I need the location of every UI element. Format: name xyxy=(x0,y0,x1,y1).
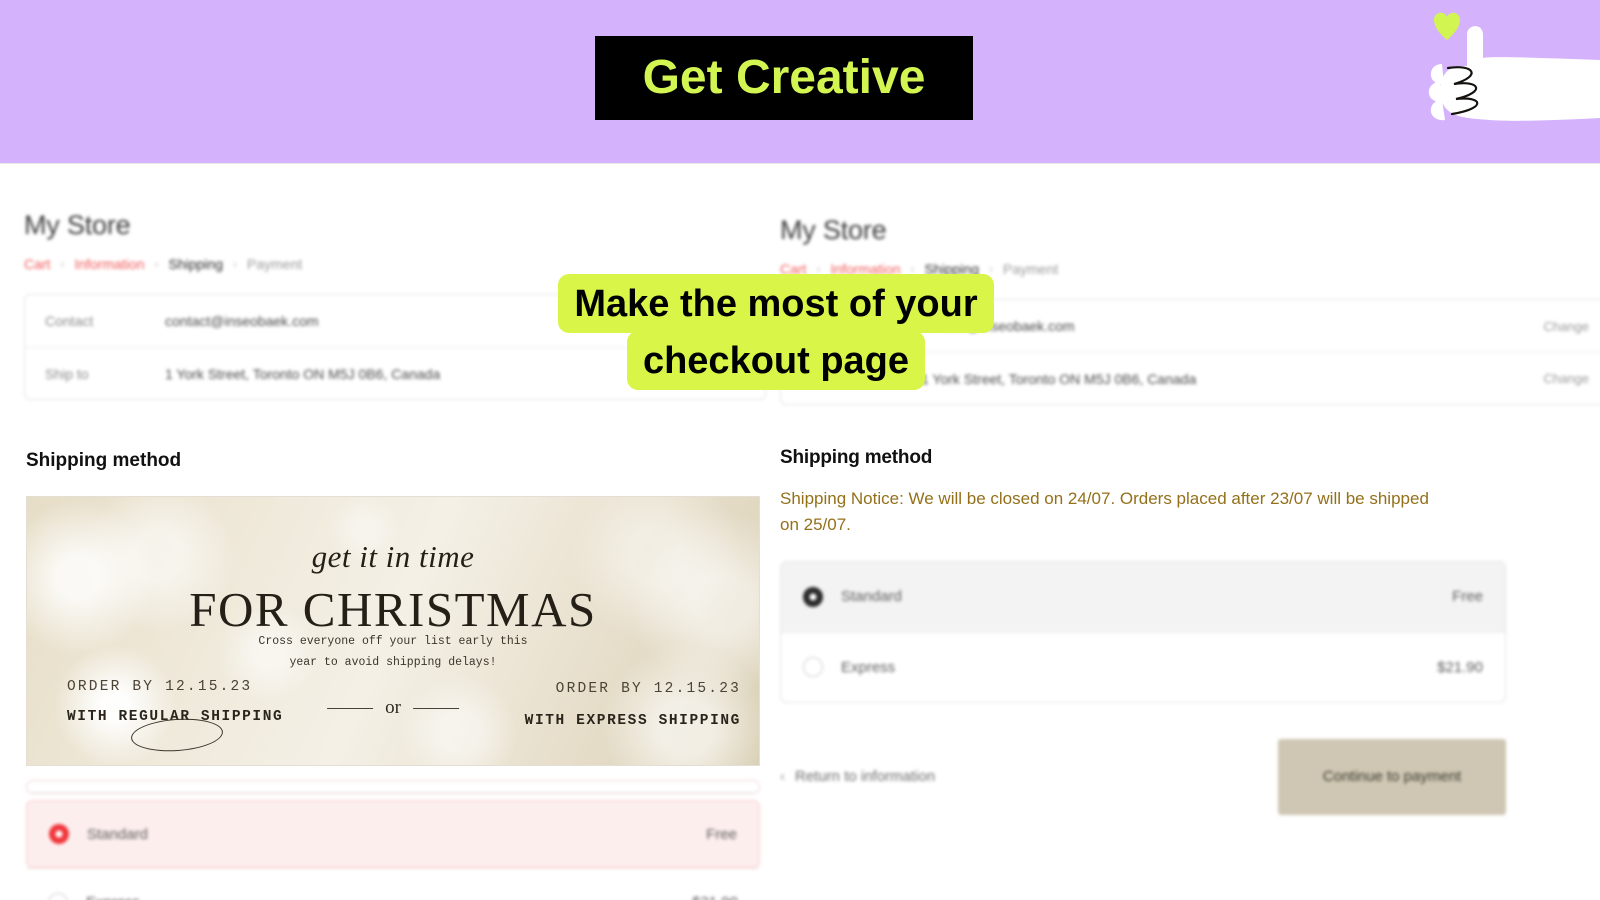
shipping-notice-line2: on 25/07. xyxy=(780,515,851,535)
right-shipping-options: Standard Free Express $21.90 ‹ Return to… xyxy=(780,560,1506,815)
left-option-express-price: $21.90 xyxy=(692,894,738,900)
right-shipping-card: Standard Free Express $21.90 xyxy=(780,560,1506,703)
hero-banner: Get Creative xyxy=(0,0,1600,163)
breadcrumb-separator: › xyxy=(233,257,237,271)
left-shipping-card xyxy=(26,780,760,794)
radio-selected-icon[interactable] xyxy=(803,586,823,607)
right-option-express-name: Express xyxy=(841,658,896,676)
callout-line2: checkout page xyxy=(626,331,926,390)
chevron-left-icon: ‹ xyxy=(780,768,785,786)
banner-subtext-line2: year to avoid shipping delays! xyxy=(289,656,497,670)
left-contact-label: Contact xyxy=(45,313,94,329)
banner-script-line: get it in time xyxy=(311,539,475,574)
radio-unselected-icon[interactable] xyxy=(48,892,68,900)
right-option-express-price: $21.90 xyxy=(1437,658,1483,676)
left-store-name: My Store xyxy=(24,210,131,240)
breadcrumb-separator: › xyxy=(154,257,159,271)
left-option-standard-price: Free xyxy=(706,825,737,843)
radio-unselected-icon[interactable] xyxy=(803,657,823,678)
callout-line2-wrap: checkout page xyxy=(537,331,1015,390)
christmas-promo-banner: get it in time FOR CHRISTMAS Cross every… xyxy=(26,496,760,766)
banner-subtext: Cross everyone off your list early this … xyxy=(27,631,759,674)
right-contact-change[interactable]: Change xyxy=(1543,319,1589,334)
callout-line1-wrap: Make the most of your xyxy=(537,274,1015,333)
radio-selected-icon[interactable] xyxy=(49,824,69,844)
banner-express-method: WITH EXPRESS SHIPPING xyxy=(524,713,741,729)
right-shipping-section: Shipping method Shipping Notice: We will… xyxy=(780,447,1600,539)
return-to-information-link[interactable]: ‹ Return to information xyxy=(780,768,935,785)
breadcrumb-information[interactable]: Information xyxy=(74,256,144,272)
left-shipping-option-express[interactable]: Express $21.90 xyxy=(26,868,760,900)
banner-or-rule-right xyxy=(412,707,459,709)
banner-subtext-line1: Cross everyone off your list early this xyxy=(258,635,528,648)
left-shipping-options: Standard Free Express $21.90 xyxy=(26,780,760,900)
right-shipto-change[interactable]: Change xyxy=(1543,371,1589,386)
left-shipping-option-standard[interactable]: Standard Free xyxy=(26,800,760,868)
callout-bubble: Make the most of your checkout page xyxy=(537,274,1015,390)
page-title: Get Creative xyxy=(642,51,926,104)
right-shipping-option-standard[interactable]: Standard Free xyxy=(781,561,1505,632)
hero-title-box: Get Creative xyxy=(595,36,973,120)
banner-express-order: ORDER BY 12.15.23 xyxy=(555,681,741,697)
left-breadcrumb: Cart › Information › Shipping › Payment xyxy=(24,256,766,272)
breadcrumb-cart[interactable]: Cart xyxy=(24,256,50,272)
left-shipping-method-title: Shipping method xyxy=(26,450,182,471)
breadcrumb-separator: › xyxy=(60,257,65,271)
right-shipping-option-express[interactable]: Express $21.90 xyxy=(781,631,1505,702)
banner-express-block: ORDER BY 12.15.23 WITH EXPRESS SHIPPING xyxy=(525,681,741,729)
banner-regular-order: ORDER BY 12.15.23 xyxy=(67,679,253,695)
heart-icon xyxy=(1434,12,1460,40)
breadcrumb-shipping: Shipping xyxy=(168,256,224,272)
right-shipping-method-title: Shipping method xyxy=(780,447,933,468)
shipping-notice: Shipping Notice: We will be closed on 24… xyxy=(780,486,1600,539)
right-option-standard-name: Standard xyxy=(841,588,902,606)
thumbs-up-icon xyxy=(1428,12,1600,121)
stage-top-divider xyxy=(0,163,1600,164)
banner-or-word: or xyxy=(385,697,401,718)
right-store-name: My Store xyxy=(780,215,887,245)
left-shipping-card-top xyxy=(27,781,759,793)
callout-line1: Make the most of your xyxy=(558,274,994,333)
left-option-express-name: Express xyxy=(86,894,692,900)
breadcrumb-payment: Payment xyxy=(247,256,303,272)
banner-or-divider: or xyxy=(327,697,459,719)
banner-or-rule-left xyxy=(327,707,374,709)
continue-to-payment-button[interactable]: Continue to payment xyxy=(1278,738,1506,815)
left-option-standard-name: Standard xyxy=(87,825,148,843)
right-panel-actions: ‹ Return to information Continue to paym… xyxy=(780,738,1506,815)
shipping-notice-line1: Shipping Notice: We will be closed on 24… xyxy=(780,489,1429,508)
banner-headline: FOR CHRISTMAS xyxy=(189,582,597,637)
return-to-information-label: Return to information xyxy=(795,768,936,786)
left-shipto-label: Ship to xyxy=(45,365,89,382)
right-option-standard-price: Free xyxy=(1452,588,1483,606)
checkout-preview-stage: My Store Cart › Information › Shipping ›… xyxy=(0,163,1600,900)
